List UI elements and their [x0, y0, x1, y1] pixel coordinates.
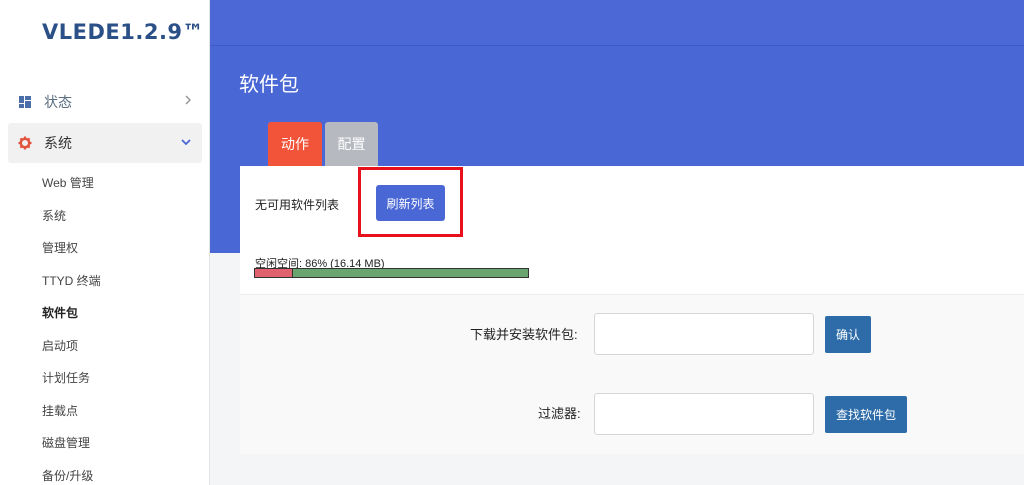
sidebar: VLEDE1.2.9™ 状态 系统 Web 管理 系统 管理权 TTYD 终端 … — [0, 0, 210, 485]
sidebar-sub-startup[interactable]: 启动项 — [42, 337, 78, 354]
sidebar-sub-system[interactable]: 系统 — [42, 207, 66, 224]
sidebar-sub-packages[interactable]: 软件包 — [42, 304, 78, 321]
no-packages-text: 无可用软件列表 — [255, 198, 340, 212]
sidebar-item-status[interactable]: 状态 — [8, 82, 202, 122]
sidebar-item-system[interactable]: 系统 — [8, 123, 202, 163]
sidebar-sub-disk[interactable]: 磁盘管理 — [42, 434, 90, 451]
sidebar-sub-admin[interactable]: 管理权 — [42, 239, 78, 256]
used-space-fill — [255, 269, 294, 277]
sidebar-sub-mounts[interactable]: 挂载点 — [42, 402, 78, 419]
sidebar-sub-cron[interactable]: 计划任务 — [42, 369, 90, 386]
dashboard-icon — [18, 95, 32, 109]
filter-input[interactable] — [594, 393, 814, 435]
sidebar-sub-backup[interactable]: 备份/升级 — [42, 467, 93, 484]
top-bar — [210, 0, 1024, 46]
free-space-bar — [254, 268, 529, 278]
tab-actions[interactable]: 动作 — [268, 122, 322, 166]
filter-label: 过滤器: — [538, 406, 581, 421]
chevron-down-icon — [180, 135, 192, 149]
brand-logo: VLEDE1.2.9™ — [42, 20, 205, 44]
tab-config[interactable]: 配置 — [325, 122, 378, 166]
highlight-box — [358, 167, 463, 237]
chevron-right-icon — [184, 94, 192, 109]
confirm-button[interactable]: 确认 — [825, 316, 871, 353]
page-title: 软件包 — [239, 74, 299, 96]
sidebar-sub-ttyd[interactable]: TTYD 终端 — [42, 272, 101, 289]
download-package-input[interactable] — [594, 313, 814, 355]
gear-icon — [18, 136, 32, 150]
sidebar-item-label: 系统 — [44, 135, 72, 151]
sidebar-item-label: 状态 — [44, 94, 72, 110]
download-label: 下载并安装软件包: — [470, 327, 578, 342]
sidebar-sub-web-admin[interactable]: Web 管理 — [42, 174, 94, 191]
find-packages-button[interactable]: 查找软件包 — [825, 396, 907, 433]
